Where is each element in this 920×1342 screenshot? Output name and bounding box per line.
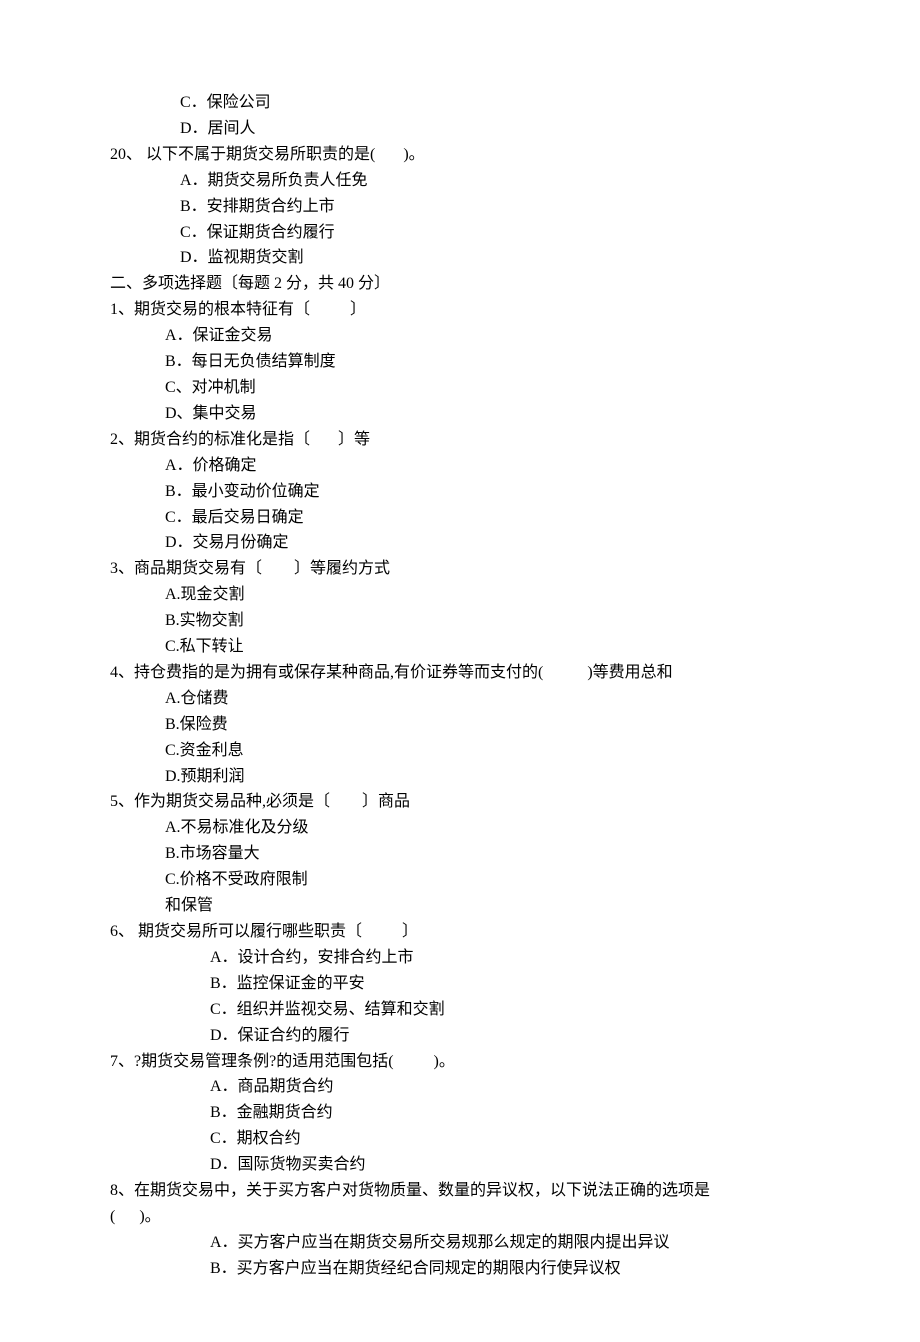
question-m1-option-d: D、集中交易 [110,401,810,427]
question-m5-option-c: C.价格不受政府限制 [110,867,810,893]
question-m8-stem-line1: 8、在期货交易中，关于买方客户对货物质量、数量的异议权，以下说法正确的选项是 [110,1178,810,1204]
question-m7-option-d: D．国际货物买卖合约 [110,1152,810,1178]
question-m7-stem: 7、?期货交易管理条例?的适用范围包括( )。 [110,1049,810,1075]
question-m7-option-b: B．金融期货合约 [110,1100,810,1126]
question-m6-option-a: A．设计合约，安排合约上市 [110,945,810,971]
option-d: D．居间人 [110,116,810,142]
question-m5-option-b: B.市场容量大 [110,841,810,867]
question-m2-option-b: B．最小变动价位确定 [110,479,810,505]
question-m1-option-b: B．每日无负债结算制度 [110,349,810,375]
question-20-option-b: B．安排期货合约上市 [110,194,810,220]
question-m3-option-a: A.现金交割 [110,582,810,608]
question-m5-extra: 和保管 [110,893,810,919]
question-m5-stem: 5、作为期货交易品种,必须是〔 〕商品 [110,789,810,815]
question-20-stem: 20、 以下不属于期货交易所职责的是( )。 [110,142,810,168]
question-m1-option-a: A．保证金交易 [110,323,810,349]
question-20-option-a: A．期货交易所负责人任免 [110,168,810,194]
option-c: C．保险公司 [110,90,810,116]
question-m3-option-c: C.私下转让 [110,634,810,660]
question-m2-option-d: D．交易月份确定 [110,530,810,556]
question-m7-option-a: A．商品期货合约 [110,1074,810,1100]
question-m6-stem: 6、 期货交易所可以履行哪些职责〔 〕 [110,919,810,945]
question-20-option-d: D．监视期货交割 [110,245,810,271]
question-m4-option-d: D.预期利润 [110,764,810,790]
question-m6-option-b: B．监控保证金的平安 [110,971,810,997]
question-m8-option-b: B．买方客户应当在期货经纪合同规定的期限内行使异议权 [110,1256,810,1282]
question-m3-option-b: B.实物交割 [110,608,810,634]
question-m8-option-a: A．买方客户应当在期货交易所交易规那么规定的期限内提出异议 [110,1230,810,1256]
question-20-option-c: C．保证期货合约履行 [110,220,810,246]
question-m5-option-a: A.不易标准化及分级 [110,815,810,841]
question-m2-option-a: A．价格确定 [110,453,810,479]
question-m6-option-c: C．组织并监视交易、结算和交割 [110,997,810,1023]
question-m6-option-d: D．保证合约的履行 [110,1023,810,1049]
section-2-heading: 二、多项选择题〔每题 2 分，共 40 分〕 [110,271,810,297]
question-m2-stem: 2、期货合约的标准化是指〔 〕等 [110,427,810,453]
question-m4-stem: 4、持仓费指的是为拥有或保存某种商品,有价证券等而支付的( )等费用总和 [110,660,810,686]
question-m3-stem: 3、商品期货交易有〔 〕等履约方式 [110,556,810,582]
question-m1-stem: 1、期货交易的根本特征有〔 〕 [110,297,810,323]
question-m4-option-c: C.资金利息 [110,738,810,764]
question-m1-option-c: C、对冲机制 [110,375,810,401]
question-m8-stem-line2: ( )。 [110,1204,810,1230]
question-m2-option-c: C．最后交易日确定 [110,505,810,531]
question-m4-option-b: B.保险费 [110,712,810,738]
question-m7-option-c: C．期权合约 [110,1126,810,1152]
question-m4-option-a: A.仓储费 [110,686,810,712]
